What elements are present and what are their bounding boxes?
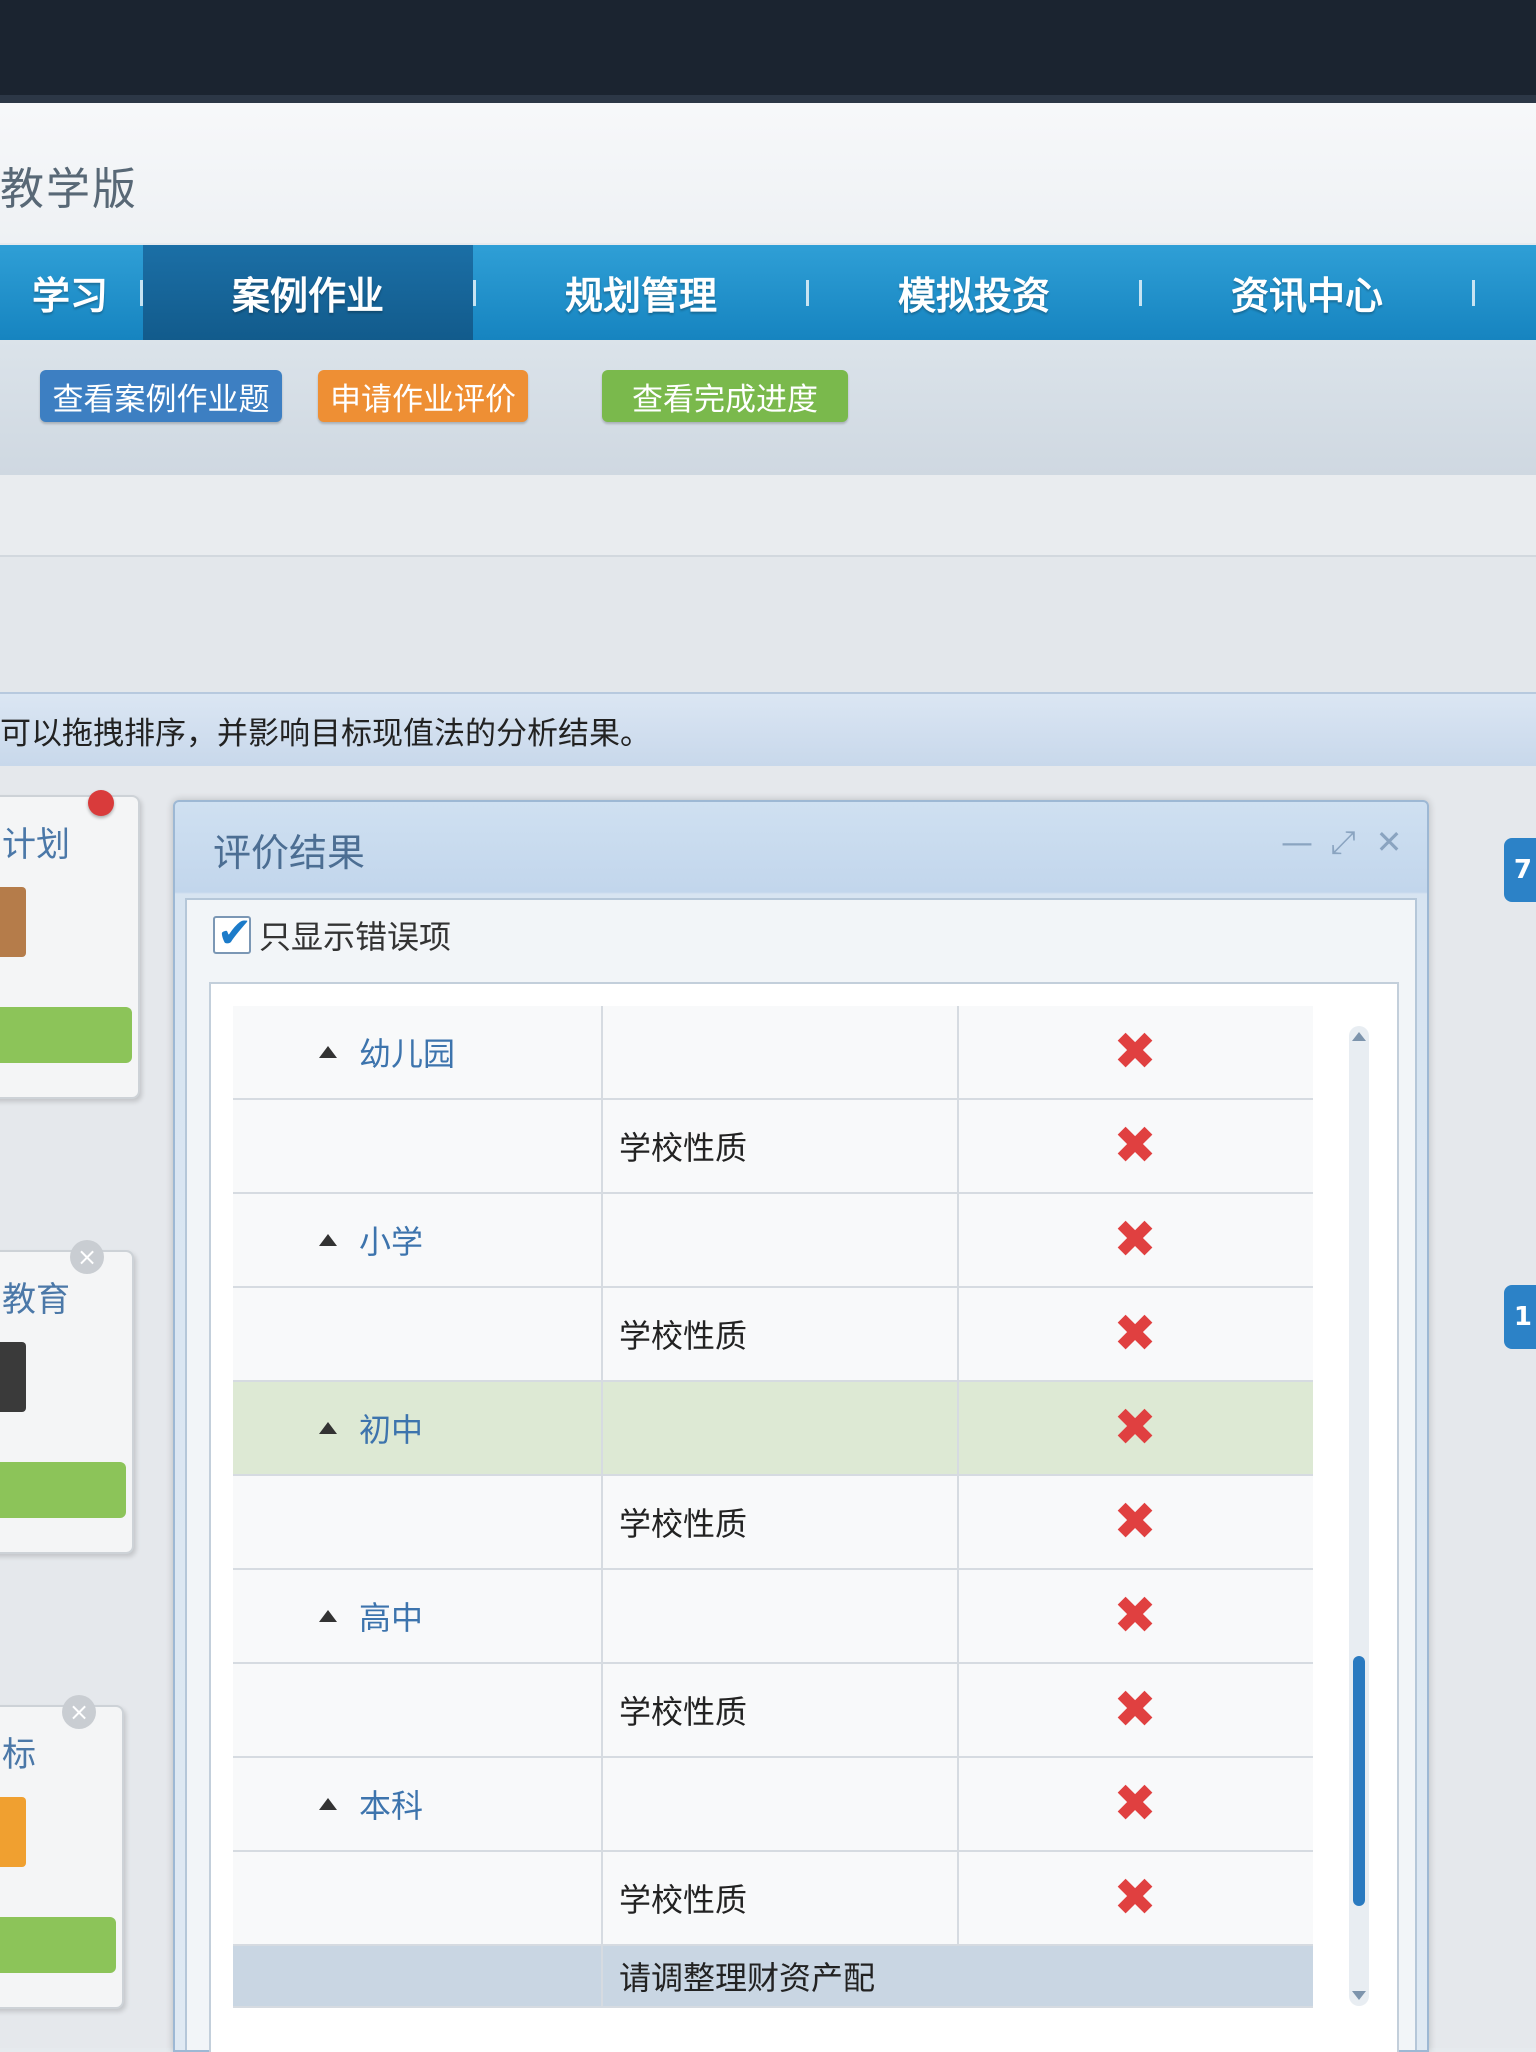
group-name: 幼儿园 (359, 1035, 456, 1073)
card-action[interactable] (0, 1462, 126, 1518)
goal-card[interactable]: 计划 (0, 795, 140, 1099)
result-grid: 幼儿园 ✖ 学校性质 ✖ 小学 ✖ 学校性质 ✖ 初中 ✖ 学校性质 ✖ 高中 … (233, 1006, 1313, 2008)
group-name: 高中 (359, 1599, 424, 1637)
close-icon[interactable]: × (62, 1695, 96, 1729)
error-x-icon: ✖ (1113, 1868, 1157, 1928)
error-x-icon: ✖ (1113, 1774, 1157, 1834)
item-name: 学校性质 (619, 1693, 748, 1731)
pin-icon (88, 790, 114, 816)
item-name: 学校性质 (619, 1881, 748, 1919)
error-x-icon: ✖ (1113, 1304, 1157, 1364)
collapse-triangle-icon[interactable] (319, 1046, 337, 1058)
info-text: 可以拖拽排序，并影响目标现值法的分析结果。 (0, 715, 651, 752)
tree-row-group[interactable]: 本科 ✖ (233, 1758, 1313, 1852)
house-icon (0, 887, 26, 957)
action-toolbar: 查看案例作业题 申请作业评价 查看完成进度 (0, 340, 1536, 477)
close-icon[interactable]: ✕ (1371, 823, 1407, 861)
maximize-icon[interactable]: ⤢ (1325, 823, 1361, 861)
nav-item-planning[interactable]: 规划管理 (476, 245, 806, 340)
filter-label: 只显示错误项 (259, 918, 452, 956)
tree-row-group[interactable]: 高中 ✖ (233, 1570, 1313, 1664)
card-title: 标 (2, 1735, 36, 1775)
item-name: 学校性质 (619, 1317, 748, 1355)
scroll-down-icon[interactable] (1352, 1991, 1366, 2000)
side-badge[interactable]: 1 (1504, 1285, 1536, 1349)
scrollbar-thumb[interactable] (1353, 1656, 1365, 1906)
error-x-icon: ✖ (1113, 1116, 1157, 1176)
apply-evaluation-button[interactable]: 申请作业评价 (318, 370, 528, 422)
result-grid-panel: 幼儿园 ✖ 学校性质 ✖ 小学 ✖ 学校性质 ✖ 初中 ✖ 学校性质 ✖ 高中 … (209, 982, 1399, 2052)
vertical-scrollbar[interactable] (1349, 1026, 1369, 2006)
error-only-filter[interactable]: 只显示错误项 (213, 900, 451, 970)
collapse-triangle-icon[interactable] (319, 1798, 337, 1810)
group-name: 小学 (359, 1223, 424, 1261)
dialog-title: 评价结果 (213, 831, 366, 875)
nav-item-sim-invest[interactable]: 模拟投资 (809, 245, 1139, 340)
card-action[interactable] (0, 1007, 132, 1063)
app-title: 教学版 (0, 164, 138, 215)
nav-separator (1472, 279, 1475, 306)
evaluation-result-dialog: 评价结果 — ⤢ ✕ 只显示错误项 幼儿园 ✖ 学校性质 ✖ (173, 800, 1429, 2052)
error-x-icon: ✖ (1113, 1022, 1157, 1082)
card-title: 教育 (2, 1280, 70, 1320)
collapse-triangle-icon[interactable] (319, 1234, 337, 1246)
content-band (0, 475, 1536, 557)
content-band (0, 557, 1536, 692)
dialog-body: 只显示错误项 幼儿园 ✖ 学校性质 ✖ 小学 ✖ (185, 898, 1417, 2052)
error-x-icon: ✖ (1113, 1398, 1157, 1458)
goal-card[interactable]: 教育 (0, 1250, 134, 1554)
star-icon (0, 1797, 26, 1867)
group-name: 本科 (359, 1787, 424, 1825)
error-only-checkbox[interactable] (213, 908, 252, 957)
tree-row-item[interactable]: 学校性质 ✖ (233, 1100, 1313, 1194)
nav-item-case-homework[interactable]: 案例作业 (143, 245, 473, 340)
tree-row-item[interactable]: 学校性质 ✖ (233, 1664, 1313, 1758)
app-header: 教学版 (0, 103, 1536, 243)
tree-row-item[interactable]: 学校性质 ✖ (233, 1852, 1313, 1946)
goal-card[interactable]: 标 (0, 1705, 124, 2009)
monitor-edge (0, 95, 1536, 103)
item-name: 学校性质 (619, 1505, 748, 1543)
nav-item-study[interactable]: 学习 (0, 245, 140, 340)
graduation-cap-icon (0, 1342, 26, 1412)
view-progress-button[interactable]: 查看完成进度 (602, 370, 848, 422)
footer-message: 请调整理财资产配 (619, 1959, 876, 1997)
tree-row-item[interactable]: 学校性质 ✖ (233, 1288, 1313, 1382)
nav-item-news[interactable]: 资讯中心 (1142, 245, 1472, 340)
group-name: 初中 (359, 1411, 424, 1449)
error-x-icon: ✖ (1113, 1210, 1157, 1270)
tree-row-item[interactable]: 学校性质 ✖ (233, 1476, 1313, 1570)
scroll-up-icon[interactable] (1352, 1032, 1366, 1041)
item-name: 学校性质 (619, 1129, 748, 1167)
tree-row-group[interactable]: 小学 ✖ (233, 1194, 1313, 1288)
collapse-triangle-icon[interactable] (319, 1422, 337, 1434)
main-nav: 学习 案例作业 规划管理 模拟投资 资讯中心 (0, 245, 1536, 340)
error-x-icon: ✖ (1113, 1586, 1157, 1646)
collapse-triangle-icon[interactable] (319, 1610, 337, 1622)
tree-row-group[interactable]: 幼儿园 ✖ (233, 1006, 1313, 1100)
card-title: 计划 (2, 825, 70, 865)
error-x-icon: ✖ (1113, 1680, 1157, 1740)
dialog-tools: — ⤢ ✕ (1279, 823, 1407, 862)
minimize-icon[interactable]: — (1279, 823, 1315, 861)
monitor-bezel (0, 0, 1536, 100)
error-x-icon: ✖ (1113, 1492, 1157, 1552)
view-case-homework-button[interactable]: 查看案例作业题 (40, 370, 282, 422)
side-badge[interactable]: 7 (1504, 838, 1536, 902)
info-bar: 可以拖拽排序，并影响目标现值法的分析结果。 (0, 692, 1536, 768)
card-action[interactable] (0, 1917, 116, 1973)
close-icon[interactable]: × (70, 1240, 104, 1274)
tree-row-group-selected[interactable]: 初中 ✖ (233, 1382, 1313, 1476)
grid-footer-row: 请调整理财资产配 (233, 1946, 1313, 2008)
